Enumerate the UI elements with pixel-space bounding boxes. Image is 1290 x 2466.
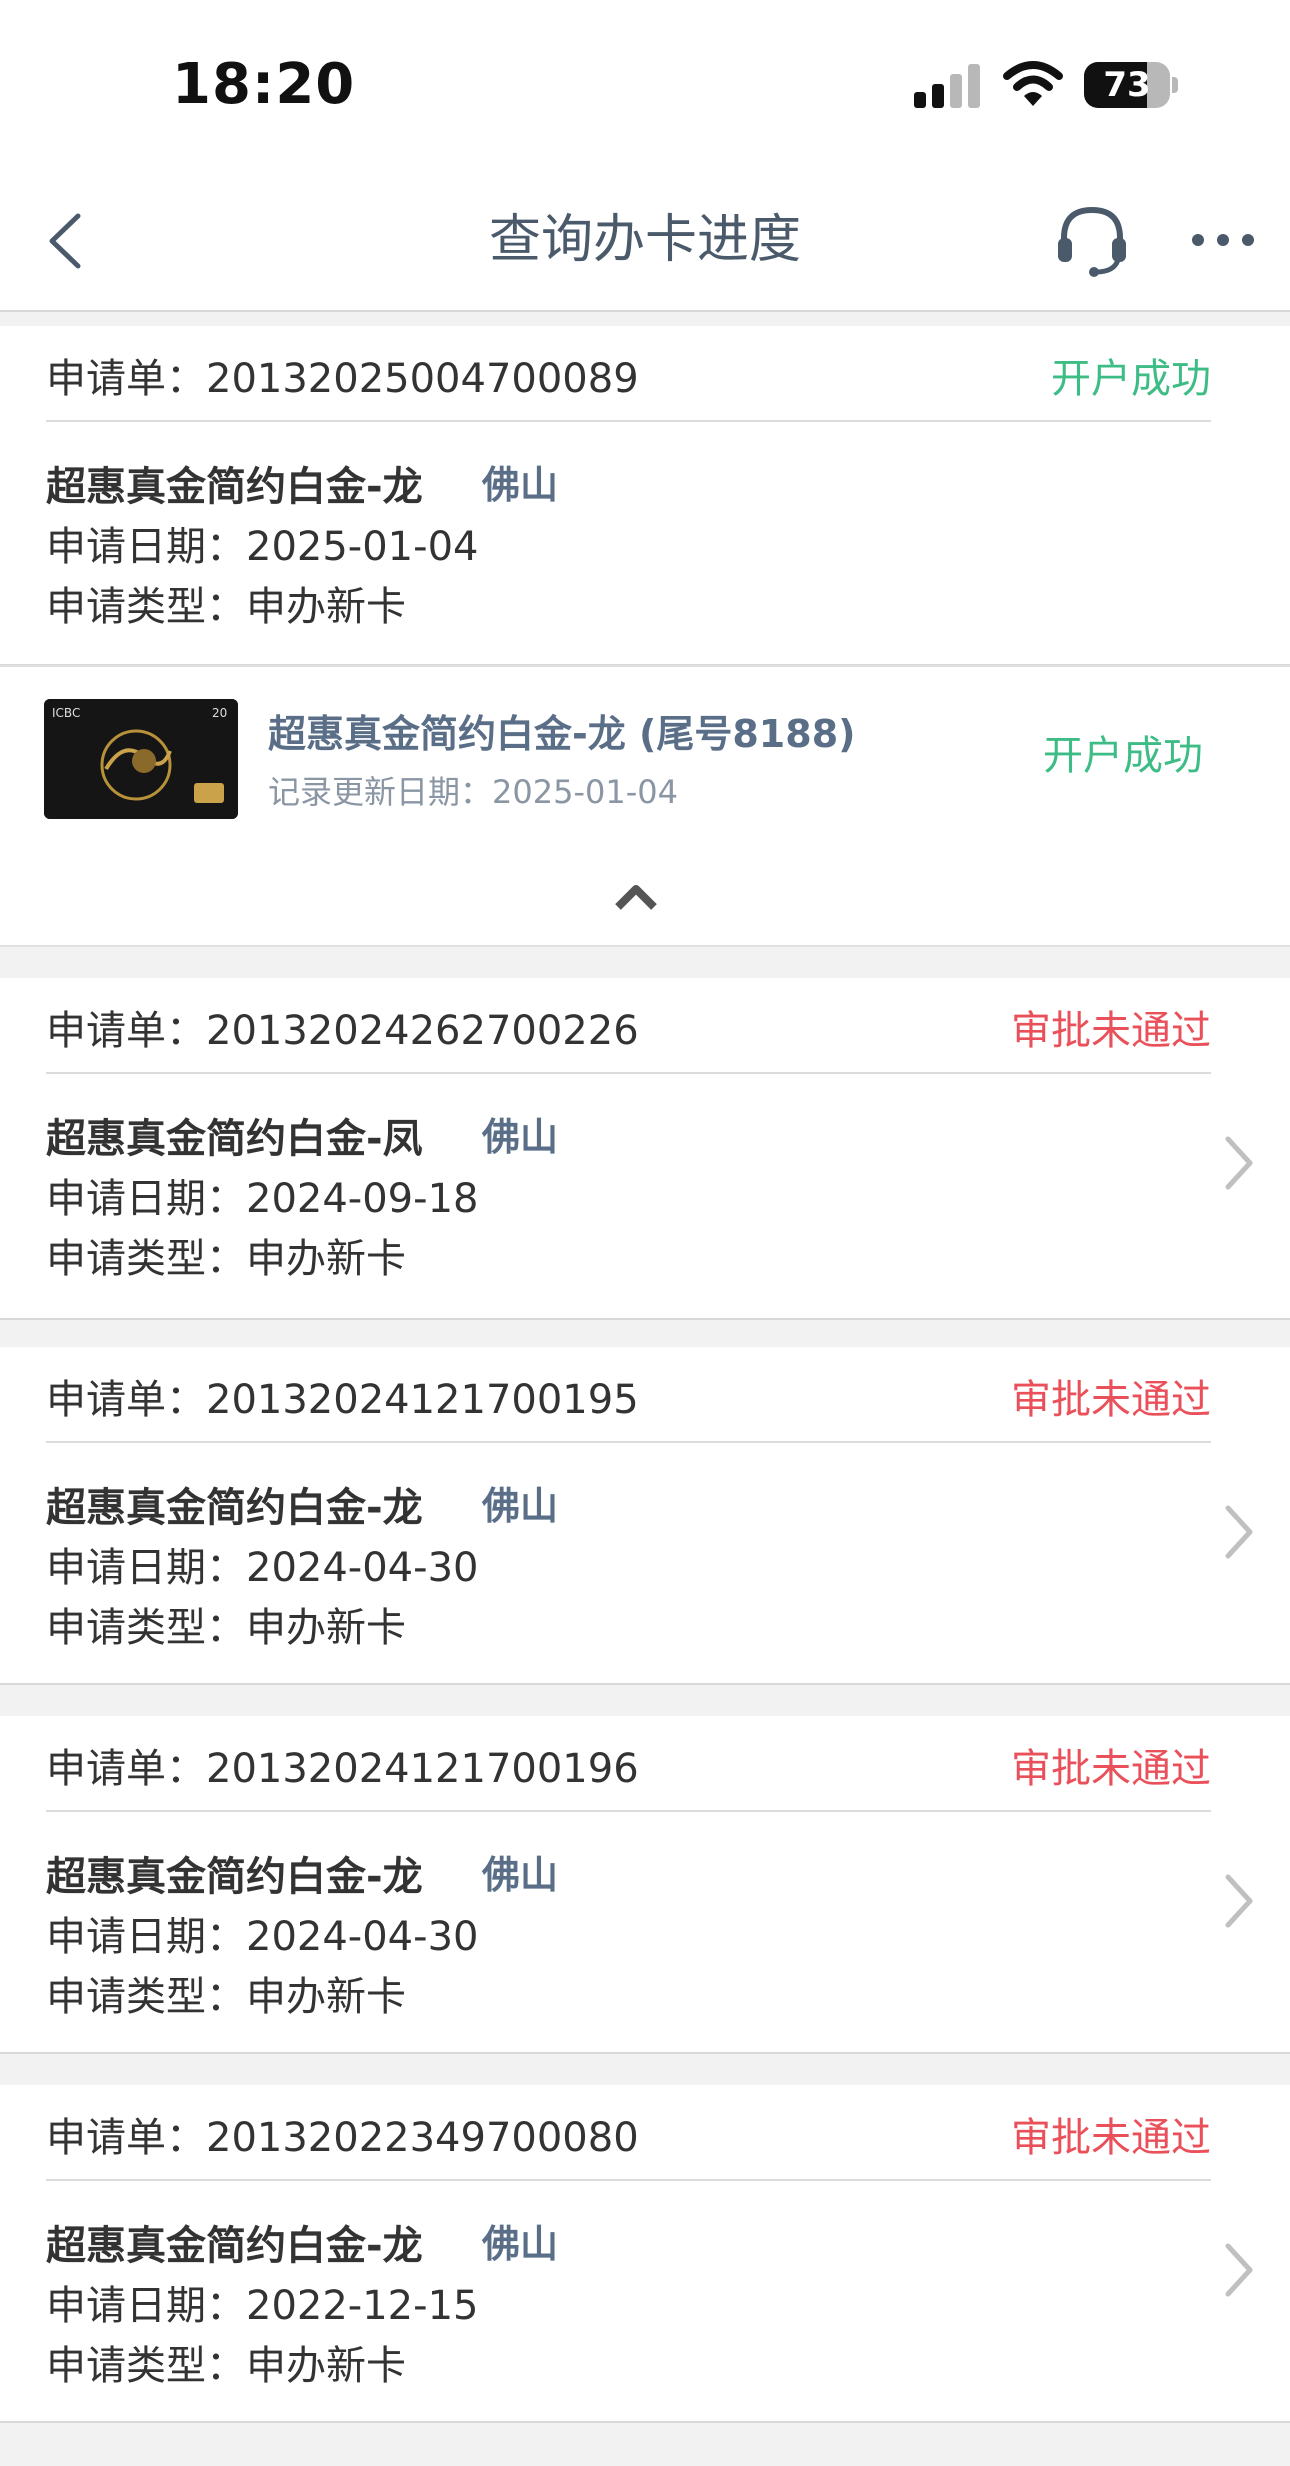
headset-icon[interactable] <box>1052 200 1132 280</box>
city-label: 佛山 <box>482 2222 559 2266</box>
city-label: 佛山 <box>482 1484 559 1528</box>
city-label: 佛山 <box>482 1853 559 1897</box>
product-name: 超惠真金简约白金-龙 <box>46 464 423 510</box>
card-name: 超惠真金简约白金-龙 (尾号8188) <box>268 712 856 756</box>
status-badge: 开户成功 <box>1051 356 1211 402</box>
application-date: 申请日期：2024-04-30 <box>46 1914 479 1960</box>
chevron-up-icon <box>615 885 657 910</box>
cellular-signal-icon <box>914 64 980 108</box>
application-date: 申请日期：2025-01-04 <box>46 524 479 570</box>
application-type: 申请类型：申办新卡 <box>46 2343 406 2389</box>
order-number: 申请单：20132025004700089 <box>46 356 639 402</box>
product-name: 超惠真金简约白金-龙 <box>46 2223 423 2269</box>
order-row: 申请单：20132022349700080 审批未通过 <box>46 2085 1211 2181</box>
order-row: 申请单：20132024121700196 审批未通过 <box>46 1716 1211 1812</box>
application-card[interactable]: 申请单：20132024121700195 审批未通过 超惠真金简约白金-龙 佛… <box>0 1347 1290 1685</box>
card-status-badge: 开户成功 <box>1043 733 1203 779</box>
order-row: 申请单：20132024121700195 审批未通过 <box>46 1347 1211 1443</box>
order-number: 申请单：20132022349700080 <box>46 2115 639 2161</box>
order-row: 申请单：20132025004700089 开户成功 <box>46 326 1211 422</box>
product-name: 超惠真金简约白金-龙 <box>46 1854 423 1900</box>
battery-level: 73 <box>1103 65 1151 105</box>
chevron-right-icon[interactable] <box>1218 1871 1258 1931</box>
status-badge: 审批未通过 <box>1011 1377 1211 1423</box>
order-number: 申请单：20132024121700196 <box>46 1746 639 1792</box>
order-row: 申请单：20132024262700226 审批未通过 <box>46 978 1211 1074</box>
status-bar: 18:20 73 <box>0 0 1290 170</box>
product-name: 超惠真金简约白金-凤 <box>46 1116 423 1162</box>
order-number: 申请单：20132024121700195 <box>46 1377 639 1423</box>
application-type: 申请类型：申办新卡 <box>46 1974 406 2020</box>
application-type: 申请类型：申办新卡 <box>46 1605 406 1651</box>
nav-bar: 查询办卡进度 <box>0 170 1290 312</box>
card-image: ICBC 20 <box>44 699 238 819</box>
application-card[interactable]: 申请单：20132024121700196 审批未通过 超惠真金简约白金-龙 佛… <box>0 1716 1290 2054</box>
ellipsis-icon[interactable] <box>1188 218 1258 262</box>
city-label: 佛山 <box>482 1115 559 1159</box>
application-card[interactable]: 申请单：20132025004700089 开户成功 超惠真金简约白金-龙 佛山… <box>0 326 1290 666</box>
order-number: 申请单：20132024262700226 <box>46 1008 639 1054</box>
wifi-icon <box>1003 61 1063 106</box>
application-type: 申请类型：申办新卡 <box>46 584 406 630</box>
svg-text:20: 20 <box>212 706 227 720</box>
chevron-right-icon[interactable] <box>1218 1133 1258 1193</box>
collapse-button[interactable] <box>0 851 1290 947</box>
application-card[interactable]: 申请单：20132024262700226 审批未通过 超惠真金简约白金-凤 佛… <box>0 978 1290 1320</box>
status-time: 18:20 <box>172 52 356 117</box>
battery-icon: 73 <box>1084 62 1178 108</box>
application-type: 申请类型：申办新卡 <box>46 1236 406 1282</box>
status-badge: 审批未通过 <box>1011 1008 1211 1054</box>
chevron-right-icon[interactable] <box>1218 2240 1258 2300</box>
status-badge: 审批未通过 <box>1011 2115 1211 2161</box>
application-card[interactable]: 申请单：20132022349700080 审批未通过 超惠真金简约白金-龙 佛… <box>0 2085 1290 2423</box>
city-label: 佛山 <box>482 463 559 507</box>
chevron-left-icon[interactable] <box>40 206 96 276</box>
application-date: 申请日期：2024-04-30 <box>46 1545 479 1591</box>
status-badge: 审批未通过 <box>1011 1746 1211 1792</box>
product-name: 超惠真金简约白金-龙 <box>46 1485 423 1531</box>
record-update-date: 记录更新日期：2025-01-04 <box>268 773 678 811</box>
chevron-right-icon[interactable] <box>1218 1502 1258 1562</box>
issued-card-row[interactable]: ICBC 20 超惠真金简约白金-龙 (尾号8188) 记录更新日期：2025-… <box>0 665 1290 853</box>
svg-text:ICBC: ICBC <box>52 706 80 720</box>
application-date: 申请日期：2024-09-18 <box>46 1176 479 1222</box>
application-date: 申请日期：2022-12-15 <box>46 2283 479 2329</box>
